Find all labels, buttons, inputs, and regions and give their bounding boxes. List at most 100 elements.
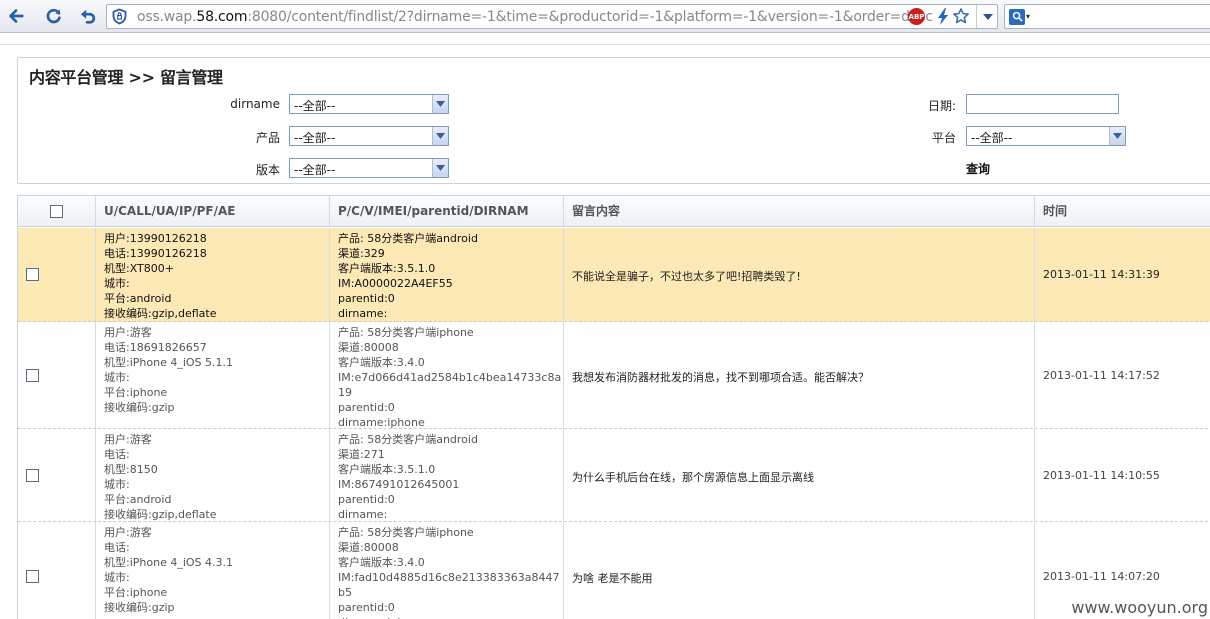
page-title: 内容平台管理 >> 留言管理 bbox=[29, 68, 223, 87]
product-info-cell-line: 客户端版本:3.4.0 bbox=[338, 556, 425, 569]
version-label: 版本 bbox=[255, 163, 280, 177]
product-info-cell-line: IM:fad10d4885d16c8e213383363a8447 bbox=[338, 571, 560, 584]
row-checkbox[interactable] bbox=[26, 268, 39, 281]
row-checkbox[interactable] bbox=[26, 570, 39, 583]
chevron-down-icon[interactable] bbox=[432, 159, 448, 177]
user-info-cell: 用户:13990126218 电话:13990126218 机型:XT800+ 城市:… bbox=[96, 228, 330, 321]
user-info-cell-line: 用户:游客 bbox=[104, 433, 152, 446]
star-icon[interactable] bbox=[952, 7, 970, 26]
product-info-cell-line: 客户端版本:3.5.1.0 bbox=[338, 463, 436, 476]
url-text: oss.wap.58.com:8080/content/findlist/2?d… bbox=[137, 9, 933, 25]
header-select-cell bbox=[18, 196, 96, 227]
header-user: U/CALL/UA/IP/PF/AE bbox=[96, 196, 330, 227]
product-info-cell: 产品: 58分类客户端iphone 渠道:80008 客户端版本:3.4.0 IM:e… bbox=[330, 322, 564, 429]
product-info-cell-line: 渠道:80008 bbox=[338, 541, 399, 554]
platform-select-value: --全部-- bbox=[971, 131, 1013, 145]
back-icon[interactable] bbox=[3, 4, 29, 28]
dirname-select[interactable]: --全部-- bbox=[289, 94, 449, 114]
product-info-cell-line: parentid:0 bbox=[338, 401, 395, 414]
row-checkbox[interactable] bbox=[26, 469, 39, 482]
product-select[interactable]: --全部-- bbox=[289, 126, 449, 146]
select-cell bbox=[18, 429, 96, 521]
time-cell: 2013-01-11 14:31:39 bbox=[1035, 228, 1210, 321]
date-label: 日期: bbox=[927, 99, 956, 113]
table-header: U/CALL/UA/IP/PF/AE P/C/V/IMEI/parentid/D… bbox=[18, 196, 1210, 227]
url-prefix: oss.wap. bbox=[137, 9, 197, 25]
chevron-down-icon[interactable] bbox=[1109, 127, 1125, 145]
row-checkbox[interactable] bbox=[26, 369, 39, 382]
product-info-cell: 产品: 58分类客户端android 渠道:271 客户端版本:3.5.1.0 IM:… bbox=[330, 429, 564, 521]
user-info-cell-line: 用户:游客 bbox=[104, 526, 152, 539]
version-select-value: --全部-- bbox=[294, 163, 336, 177]
adblock-icon[interactable]: ABP bbox=[908, 8, 925, 25]
query-button[interactable]: 查询 bbox=[966, 160, 990, 177]
product-info-cell-line: 渠道:329 bbox=[338, 247, 385, 260]
user-info-cell-line: 平台:android bbox=[104, 493, 172, 506]
user-info-cell-line: 用户:游客 bbox=[104, 326, 152, 339]
chevron-down-icon[interactable] bbox=[432, 95, 448, 113]
address-bar[interactable]: oss.wap.58.com:8080/content/findlist/2?d… bbox=[106, 4, 998, 29]
search-dropdown-glyph: ▾ bbox=[1026, 12, 1031, 21]
product-info-cell-line: parentid:0 bbox=[338, 493, 395, 506]
product-info-cell-line: IM:867491012645001 bbox=[338, 478, 460, 491]
product-info-cell-line: 渠道:80008 bbox=[338, 341, 399, 354]
message-time: 2013-01-11 14:10:55 bbox=[1043, 469, 1160, 482]
user-info-cell-line: 机型:iPhone 4_iOS 4.3.1 bbox=[104, 556, 234, 569]
version-select[interactable]: --全部-- bbox=[289, 158, 449, 178]
product-info-cell-line: dirname:iphone bbox=[338, 615, 563, 619]
user-info-cell-line: 电话: bbox=[104, 448, 130, 461]
undo-icon[interactable] bbox=[75, 4, 101, 28]
product-info-cell-line: IM:e7d066d41ad2584b1c4bea14733c8a bbox=[338, 371, 562, 384]
product-label: 产品 bbox=[255, 131, 280, 145]
content-cell: 不能说全是骗子，不过也太多了吧!招聘类毁了! bbox=[564, 228, 1035, 321]
search-engine-icon[interactable]: ▾ bbox=[1009, 8, 1033, 25]
product-info-cell-line: 产品: 58分类客户端android bbox=[338, 232, 478, 245]
table-row[interactable]: 用户:游客 电话:18691826657 机型:iPhone 4_iOS 5.1.1… bbox=[18, 322, 1210, 429]
user-info-cell-line: 城市: bbox=[104, 478, 130, 491]
product-info-cell-line: dirname: bbox=[338, 508, 388, 521]
url-domain: 58.com bbox=[196, 9, 248, 25]
product-info-cell-line: 客户端版本:3.5.1.0 bbox=[338, 262, 436, 275]
reload-icon[interactable] bbox=[41, 4, 67, 28]
message-content: 我想发布消防器材批发的消息，找不到哪项合适。能否解决？ bbox=[572, 371, 869, 384]
product-info-cell-line: 客户端版本:3.4.0 bbox=[338, 356, 425, 369]
user-info-cell: 用户:游客 电话: 机型:8150 城市: 平台:android 接收编码:gzip,de… bbox=[96, 429, 330, 521]
content-cell: 我想发布消防器材批发的消息，找不到哪项合适。能否解决？ bbox=[564, 322, 1035, 428]
date-field[interactable] bbox=[966, 94, 1119, 114]
user-info-cell-line: 城市: bbox=[104, 371, 130, 384]
table-row[interactable]: 用户:游客 电话: 机型:8150 城市: 平台:android 接收编码:gzip,de… bbox=[18, 429, 1210, 522]
browser-toolbar: oss.wap.58.com:8080/content/findlist/2?d… bbox=[0, 0, 1210, 33]
product-info-cell-line: parentid:0 bbox=[338, 292, 395, 305]
user-info-cell-line: 接收编码:gzip bbox=[104, 601, 175, 614]
content-cell: 为啥 老是不能用 bbox=[564, 522, 1035, 619]
product-info-cell: 产品: 58分类客户端android 渠道:329 客户端版本:3.5.1.0 IM:… bbox=[330, 228, 564, 321]
bolt-icon[interactable] bbox=[936, 7, 950, 26]
select-cell bbox=[18, 228, 96, 321]
table-row[interactable]: 用户:游客 电话: 机型:iPhone 4_iOS 4.3.1 城市: 平台:iphon… bbox=[18, 522, 1210, 619]
user-info-cell-line: 用户:13990126218 bbox=[104, 232, 207, 245]
product-info-cell-line: b5 bbox=[338, 586, 352, 599]
page-divider bbox=[0, 44, 1210, 45]
chevron-down-icon[interactable] bbox=[432, 127, 448, 145]
message-time: 2013-01-11 14:07:20 bbox=[1043, 570, 1160, 583]
shield-icon bbox=[111, 8, 128, 25]
product-info-cell-line: dirname:iphone bbox=[338, 416, 425, 429]
header-time: 时间 bbox=[1043, 204, 1068, 218]
product-info-cell-line: dirname: bbox=[338, 307, 388, 320]
message-time: 2013-01-11 14:31:39 bbox=[1043, 268, 1160, 281]
time-cell: 2013-01-11 14:17:52 bbox=[1035, 322, 1210, 428]
user-info-cell-line: 电话:13990126218 bbox=[104, 247, 207, 260]
dropdown-icon[interactable] bbox=[976, 5, 998, 28]
message-table: U/CALL/UA/IP/PF/AE P/C/V/IMEI/parentid/D… bbox=[17, 195, 1210, 619]
table-row[interactable]: 用户:13990126218 电话:13990126218 机型:XT800+ 城市:… bbox=[18, 228, 1210, 322]
select-all-checkbox[interactable] bbox=[50, 205, 63, 218]
user-info-cell: 用户:游客 电话:18691826657 机型:iPhone 4_iOS 5.1.1… bbox=[96, 322, 330, 428]
user-info-cell-line: 平台:iphone bbox=[104, 586, 168, 599]
user-info-cell: 用户:游客 电话: 机型:iPhone 4_iOS 4.3.1 城市: 平台:iphon… bbox=[96, 522, 330, 619]
message-time: 2013-01-11 14:17:52 bbox=[1043, 369, 1160, 382]
header-content: 留言内容 bbox=[564, 196, 1035, 227]
user-info-cell-line: 接收编码:gzip,deflate bbox=[104, 307, 217, 320]
platform-label: 平台 bbox=[931, 131, 956, 145]
platform-select[interactable]: --全部-- bbox=[966, 126, 1126, 146]
search-bar[interactable]: ▾ bbox=[1004, 4, 1210, 29]
